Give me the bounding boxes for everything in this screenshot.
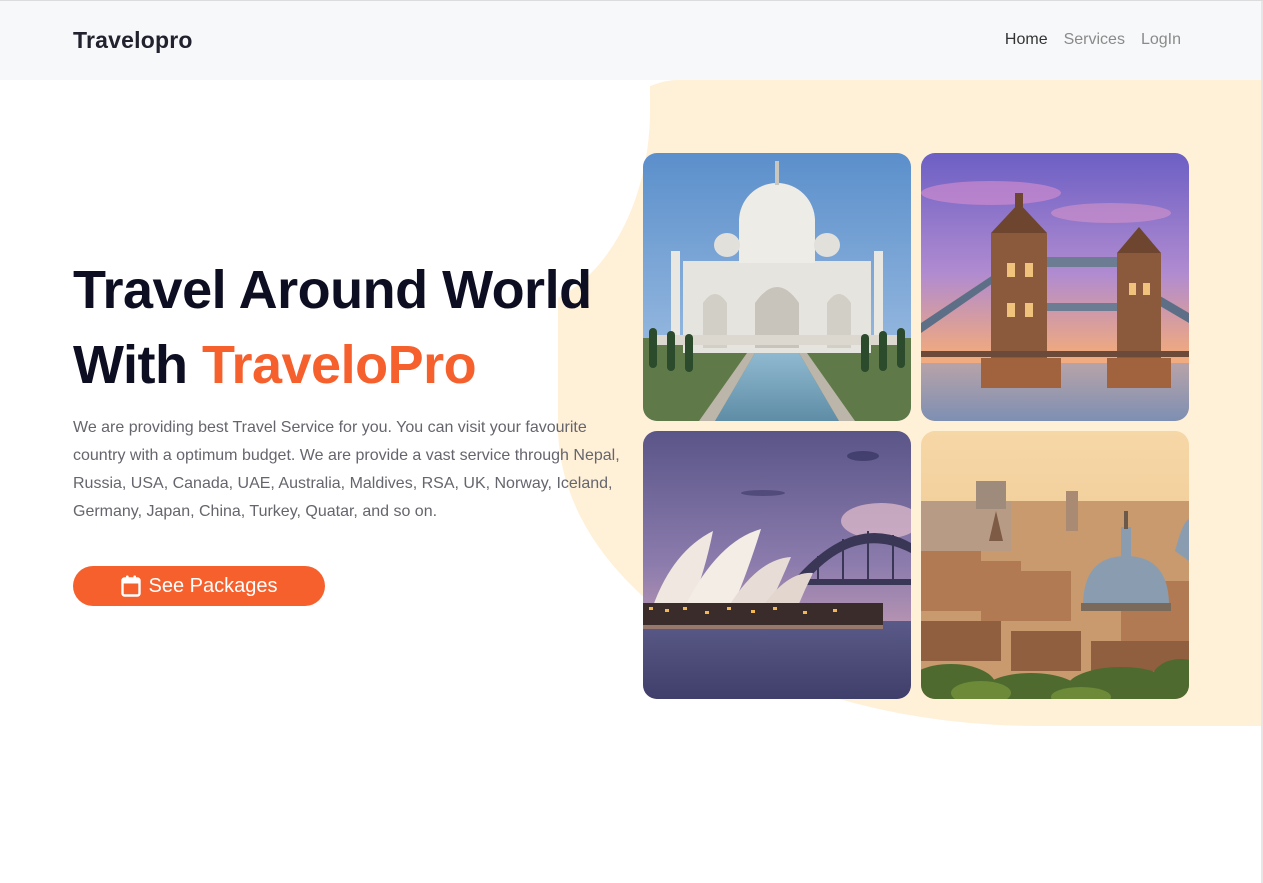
nav-link-login[interactable]: LogIn <box>1141 31 1181 49</box>
see-packages-button[interactable]: See Packages <box>73 566 325 606</box>
hero-title-accent: TraveloPro <box>201 335 477 395</box>
tower-bridge-photo <box>921 153 1189 421</box>
hero-title-prefix: With <box>73 335 202 395</box>
brand-logo[interactable]: Travelopro <box>73 27 193 54</box>
page: Travelopro Home Services LogIn Travel Ar… <box>0 0 1263 883</box>
see-packages-label: See Packages <box>148 574 278 597</box>
navbar: Travelopro Home Services LogIn <box>0 1 1263 80</box>
nav-link-services[interactable]: Services <box>1064 31 1125 49</box>
sydney-opera-house-photo <box>643 431 911 699</box>
nav-link-home[interactable]: Home <box>1005 31 1048 49</box>
hero-title: Travel Around World With TraveloPro <box>73 253 592 403</box>
hero-description: We are providing best Travel Service for… <box>73 419 620 520</box>
rome-cityscape-photo <box>921 431 1189 699</box>
calendar-icon <box>120 575 141 597</box>
nav-links: Home Services LogIn <box>1005 31 1181 49</box>
taj-mahal-photo <box>643 153 911 421</box>
hero-title-line1: Travel Around World <box>73 260 592 320</box>
